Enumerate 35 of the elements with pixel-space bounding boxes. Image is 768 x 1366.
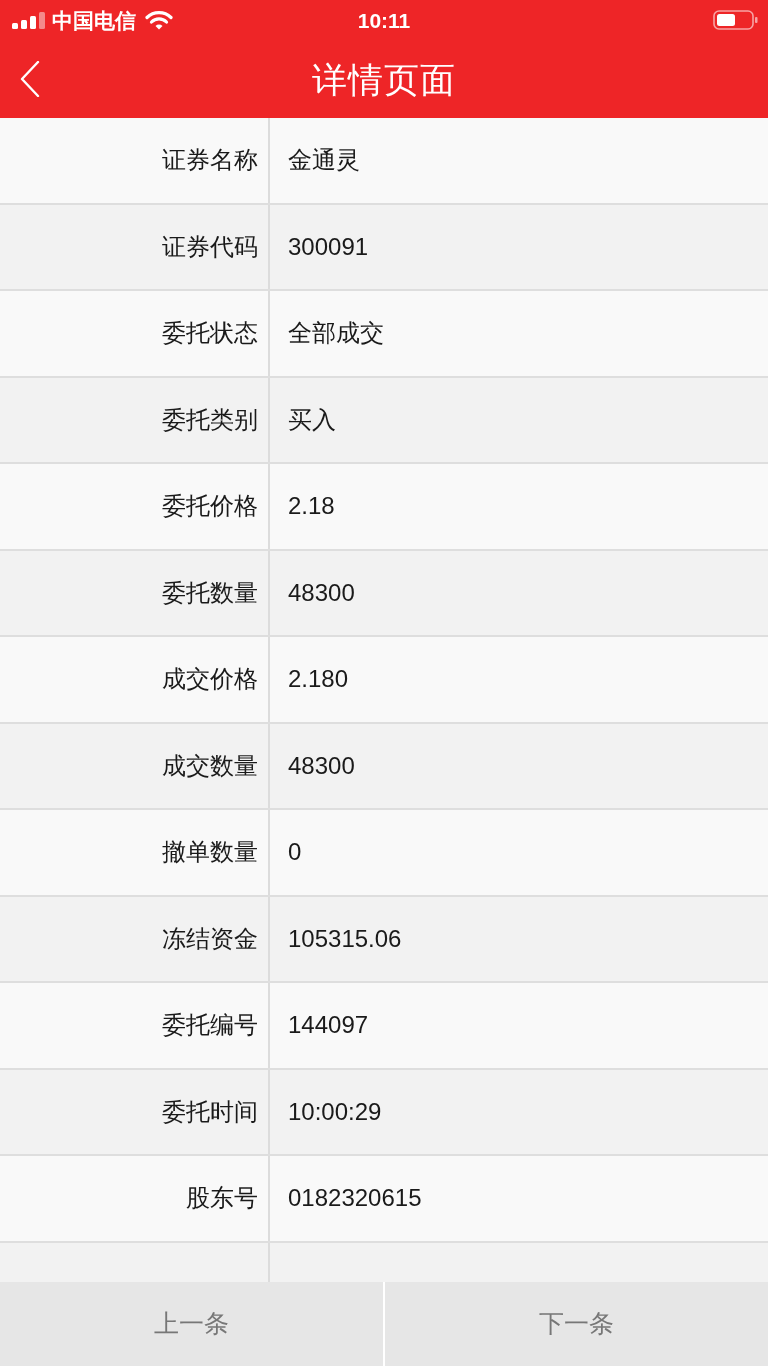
detail-label: 成交价格 [162, 667, 258, 692]
detail-value: 金通灵 [288, 148, 360, 173]
page-title: 详情页面 [312, 61, 456, 97]
detail-label: 委托类别 [162, 407, 258, 432]
detail-label: 委托状态 [162, 321, 258, 346]
previous-button[interactable]: 上一条 [0, 1282, 383, 1366]
detail-value: 0182320615 [288, 1186, 422, 1211]
detail-value: 2.180 [288, 667, 349, 692]
detail-label: 冻结资金 [162, 926, 258, 951]
detail-value: 144097 [288, 1013, 369, 1038]
detail-label: 股东号 [186, 1186, 258, 1211]
carrier-name: 中国电信 [52, 9, 136, 31]
battery-icon [713, 10, 758, 30]
detail-label: 撤单数量 [162, 840, 258, 865]
detail-value: 0 [288, 840, 302, 865]
detail-value: 买入 [288, 407, 336, 432]
detail-value: 10:00:29 [288, 1099, 382, 1124]
wifi-icon [145, 10, 173, 30]
detail-label: 委托价格 [162, 494, 258, 519]
detail-label: 委托编号 [162, 1013, 258, 1038]
detail-label: 委托时间 [162, 1099, 258, 1124]
chevron-left-icon [20, 61, 40, 97]
detail-value: 105315.06 [288, 926, 402, 951]
status-time: 10:11 [357, 9, 411, 31]
detail-value: 全部成交 [288, 321, 384, 346]
detail-value: 48300 [288, 580, 355, 605]
detail-label: 委托数量 [162, 580, 258, 605]
detail-value: 48300 [288, 753, 355, 778]
detail-label: 成交数量 [162, 753, 258, 778]
detail-value: 2.18 [288, 494, 335, 519]
detail-label: 证券代码 [162, 234, 258, 259]
detail-value: 300091 [288, 234, 369, 259]
signal-icon [12, 11, 45, 29]
detail-label: 证券名称 [162, 148, 258, 173]
next-button[interactable]: 下一条 [383, 1282, 768, 1366]
